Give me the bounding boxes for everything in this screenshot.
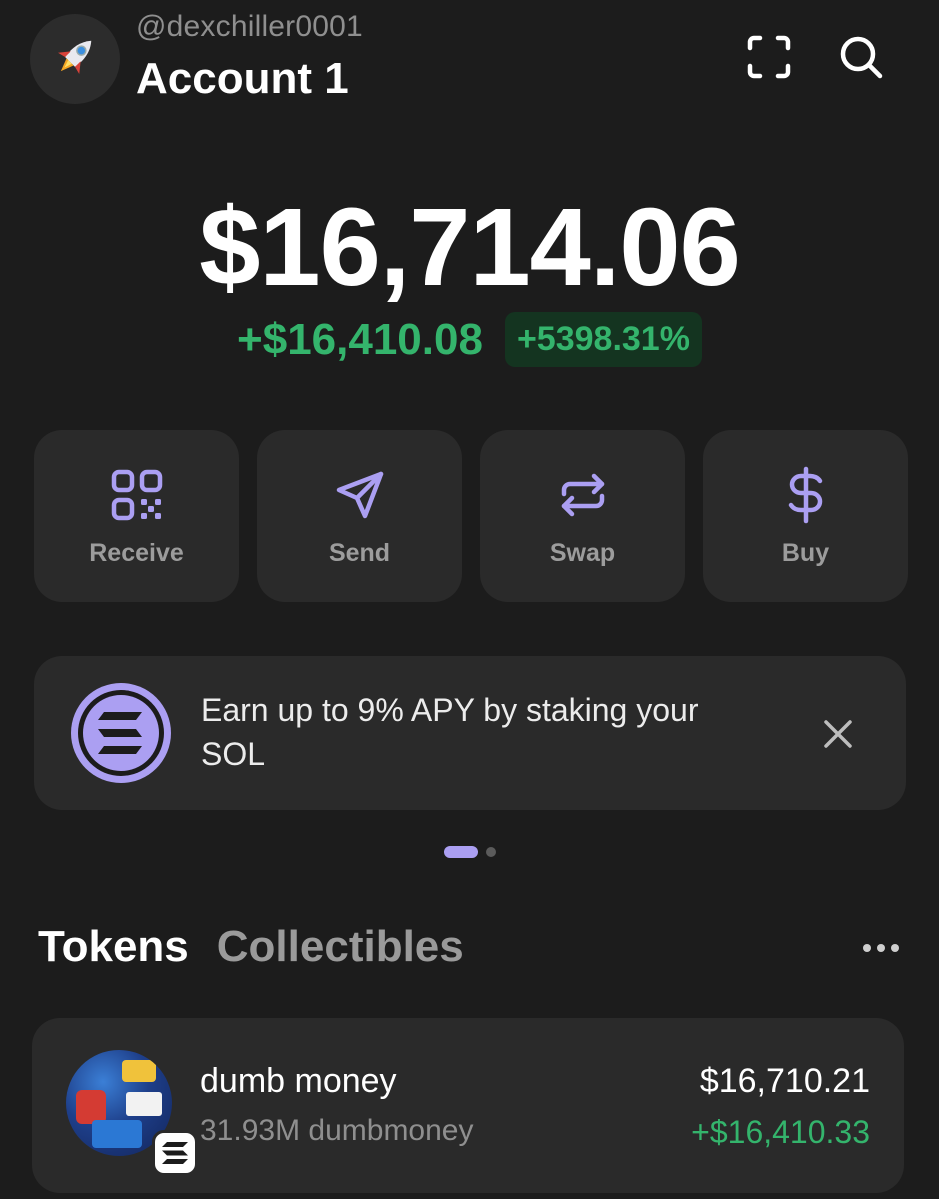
more-options-button[interactable] <box>856 928 906 968</box>
balance-change-row: +$16,410.08 +5398.31% <box>0 312 939 367</box>
token-name: dumb money <box>200 1062 397 1100</box>
pager-dot-active[interactable] <box>444 846 478 858</box>
account-name[interactable]: Account 1 <box>136 54 349 104</box>
token-change: +$16,410.33 <box>691 1114 870 1150</box>
token-logo-art <box>122 1060 156 1082</box>
buy-button[interactable]: Buy <box>703 430 908 602</box>
swap-arrows-icon <box>553 465 613 525</box>
token-logo-art <box>126 1092 162 1116</box>
solana-chain-badge-icon <box>152 1130 198 1176</box>
pager-dot[interactable] <box>486 847 496 857</box>
search-button[interactable] <box>834 32 888 86</box>
balance-change-usd: +$16,410.08 <box>237 314 483 364</box>
token-logo-art <box>76 1090 106 1124</box>
scan-icon <box>746 34 792 85</box>
tab-collectibles[interactable]: Collectibles <box>217 922 464 972</box>
swap-button[interactable]: Swap <box>480 430 685 602</box>
account-handle: @dexchiller0001 <box>136 10 363 43</box>
account-avatar[interactable] <box>30 14 120 104</box>
total-balance: $16,714.06 <box>199 186 741 309</box>
action-buttons: Receive Send Swap Buy <box>34 430 908 602</box>
token-row[interactable]: dumb money 31.93M dumbmoney $16,710.21 +… <box>32 1018 904 1193</box>
token-amount: 31.93M dumbmoney <box>200 1114 474 1147</box>
qr-code-icon <box>107 465 167 525</box>
swap-label: Swap <box>549 538 616 567</box>
more-dot-icon <box>877 944 885 952</box>
balance-change-percent-badge: +5398.31% <box>504 312 702 367</box>
scan-button[interactable] <box>742 32 796 86</box>
search-icon <box>837 33 885 86</box>
receive-label: Receive <box>89 538 184 567</box>
receive-button[interactable]: Receive <box>34 430 239 602</box>
promo-text: Earn up to 9% APY by staking your SOL <box>201 692 699 772</box>
token-value: $16,710.21 <box>699 1062 870 1100</box>
send-label: Send <box>328 538 391 567</box>
buy-label: Buy <box>781 538 830 567</box>
staking-promo-banner[interactable]: Earn up to 9% APY by staking your SOL <box>34 656 906 810</box>
asset-tabs: Tokens Collectibles <box>38 922 464 972</box>
token-logo-art <box>92 1120 142 1148</box>
wallet-home-screen: @dexchiller0001 Account 1 $16,714.06 +$1… <box>0 0 939 1199</box>
tab-tokens[interactable]: Tokens <box>38 922 189 972</box>
solana-icon <box>68 680 174 786</box>
send-button[interactable]: Send <box>257 430 462 602</box>
carousel-pager <box>444 846 496 858</box>
more-dot-icon <box>863 944 871 952</box>
more-dot-icon <box>891 944 899 952</box>
paper-plane-icon <box>330 465 390 525</box>
rocket-icon <box>48 30 102 89</box>
close-icon[interactable] <box>818 714 858 754</box>
dollar-icon <box>776 465 836 525</box>
